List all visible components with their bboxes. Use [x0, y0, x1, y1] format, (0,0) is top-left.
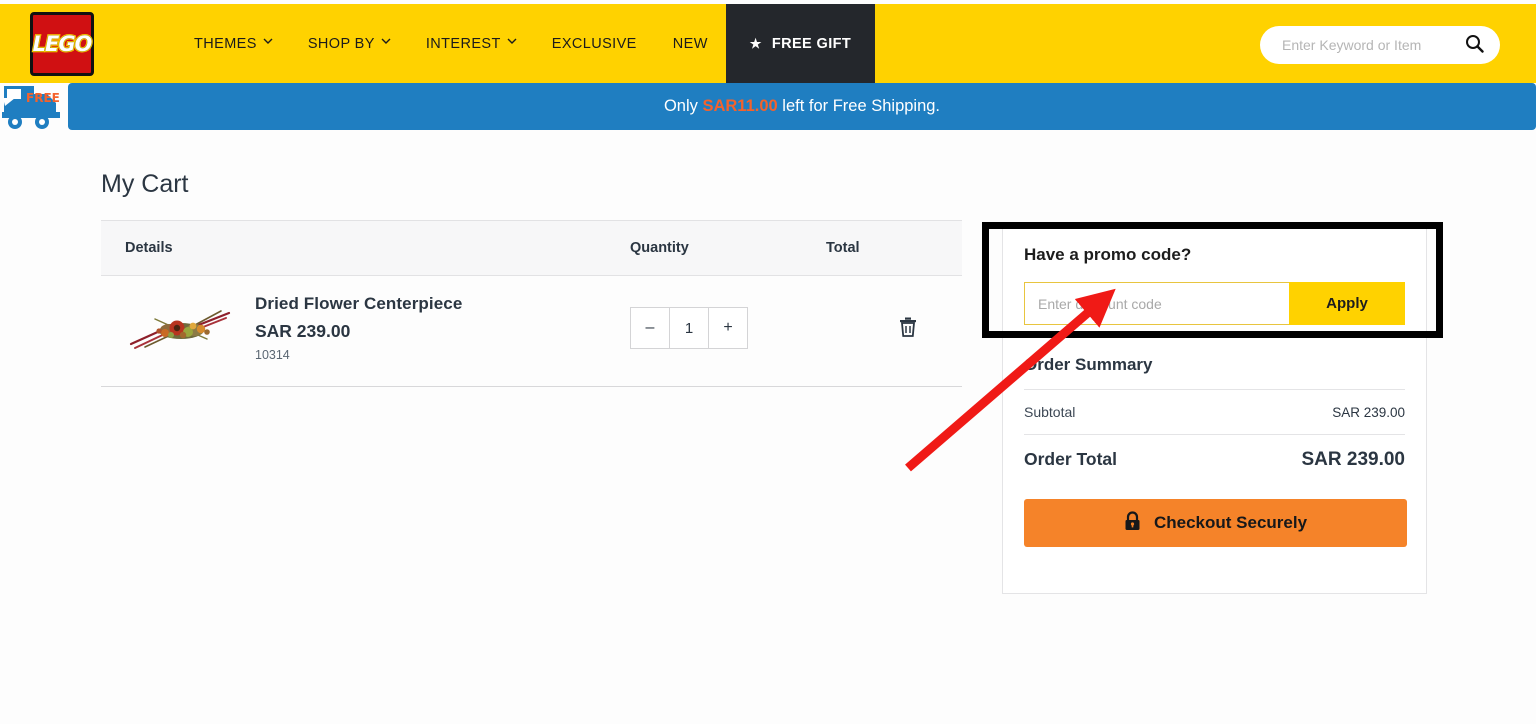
lego-logo-text: LEGO	[31, 30, 93, 56]
cart-page: LEGO THEMES SHOP BY INTEREST EXCLUSIVE N…	[0, 0, 1536, 724]
promo-code-section: Have a promo code? Apply	[1003, 223, 1426, 325]
main-nav: THEMES SHOP BY INTEREST EXCLUSIVE NEW ★ …	[176, 4, 876, 83]
nav-item-exclusive[interactable]: EXCLUSIVE	[534, 4, 655, 83]
lego-logo-tile: LEGO	[30, 11, 94, 76]
subtotal-value: SAR 239.00	[1332, 405, 1405, 420]
lock-icon	[1124, 510, 1141, 536]
quantity-increment-button[interactable]: +	[709, 308, 747, 348]
shipping-amount: SAR11.00	[702, 97, 778, 115]
free-shipping-banner: Only SAR11.00 left for Free Shipping.	[68, 83, 1536, 130]
site-header: LEGO THEMES SHOP BY INTEREST EXCLUSIVE N…	[0, 4, 1536, 83]
quantity-stepper: – 1 +	[630, 307, 748, 349]
order-total-value: SAR 239.00	[1301, 449, 1405, 470]
summary-row-order-total: Order Total SAR 239.00	[1024, 435, 1405, 485]
chevron-down-icon	[507, 38, 517, 47]
nav-item-shop-by[interactable]: SHOP BY	[290, 4, 408, 83]
nav-label-free-gift: FREE GIFT	[771, 35, 852, 52]
shipping-prefix: Only	[663, 97, 703, 115]
promo-code-title: Have a promo code?	[1024, 245, 1192, 264]
column-header-details: Details	[125, 240, 173, 256]
discount-code-input[interactable]	[1024, 282, 1289, 325]
nav-label-exclusive: EXCLUSIVE	[551, 35, 637, 52]
subtotal-label: Subtotal	[1024, 404, 1076, 420]
svg-text:FREE: FREE	[26, 91, 60, 105]
search-input[interactable]	[1282, 37, 1463, 53]
page-title: My Cart	[101, 170, 189, 198]
table-row: Dried Flower Centerpiece SAR 239.00 1031…	[101, 276, 962, 387]
quantity-decrement-button[interactable]: –	[631, 308, 669, 348]
checkout-button[interactable]: Checkout Securely	[1024, 499, 1407, 547]
trash-icon	[898, 316, 918, 341]
cart-table-header: Details Quantity Total	[101, 220, 962, 276]
search-icon	[1465, 34, 1484, 56]
apply-promo-button[interactable]: Apply	[1289, 282, 1405, 325]
remove-item-button[interactable]	[896, 314, 920, 343]
nav-item-free-gift[interactable]: ★ FREE GIFT	[725, 4, 876, 83]
nav-item-new[interactable]: NEW	[655, 4, 726, 83]
cart-item-quantity: – 1 +	[630, 307, 826, 349]
promo-code-row: Apply	[1024, 282, 1405, 325]
summary-row-subtotal: Subtotal SAR 239.00	[1024, 390, 1405, 434]
shipping-suffix: left for Free Shipping.	[777, 97, 941, 115]
checkout-button-label: Checkout Securely	[1153, 513, 1308, 532]
product-price: SAR 239.00	[255, 321, 351, 341]
quantity-value[interactable]: 1	[669, 308, 709, 348]
product-info: Dried Flower Centerpiece SAR 239.00 1031…	[255, 294, 462, 362]
nav-label-interest: INTEREST	[425, 35, 501, 52]
column-header-quantity: Quantity	[630, 240, 689, 256]
order-summary-panel: Have a promo code? Apply Order Summary S…	[1002, 222, 1427, 594]
order-total-label: Order Total	[1024, 449, 1118, 469]
nav-label-new: NEW	[672, 35, 708, 52]
product-sku: 10314	[255, 348, 290, 362]
nav-label-themes: THEMES	[194, 35, 257, 52]
star-icon: ★	[749, 35, 762, 51]
column-header-total: Total	[826, 240, 860, 256]
free-shipping-truck-icon: FREE	[2, 80, 64, 132]
product-thumbnail[interactable]	[125, 299, 237, 357]
nav-item-interest[interactable]: INTEREST	[408, 4, 534, 83]
search-box[interactable]	[1260, 26, 1500, 64]
search-button[interactable]	[1463, 34, 1486, 56]
free-shipping-text: Only SAR11.00 left for Free Shipping.	[664, 97, 940, 116]
nav-label-shop-by: SHOP BY	[307, 35, 375, 52]
lego-logo[interactable]: LEGO	[30, 11, 94, 76]
product-name[interactable]: Dried Flower Centerpiece	[255, 294, 462, 314]
order-summary-section: Order Summary Subtotal SAR 239.00 Order …	[1003, 355, 1426, 485]
order-summary-title: Order Summary	[1024, 355, 1153, 374]
cart-item-total	[826, 314, 938, 343]
cart-item-details: Dried Flower Centerpiece SAR 239.00 1031…	[125, 294, 630, 362]
cart-table: Details Quantity Total Dried Flower Cent…	[101, 220, 962, 387]
chevron-down-icon	[263, 38, 273, 47]
chevron-down-icon	[381, 38, 391, 47]
nav-item-themes[interactable]: THEMES	[176, 4, 290, 83]
